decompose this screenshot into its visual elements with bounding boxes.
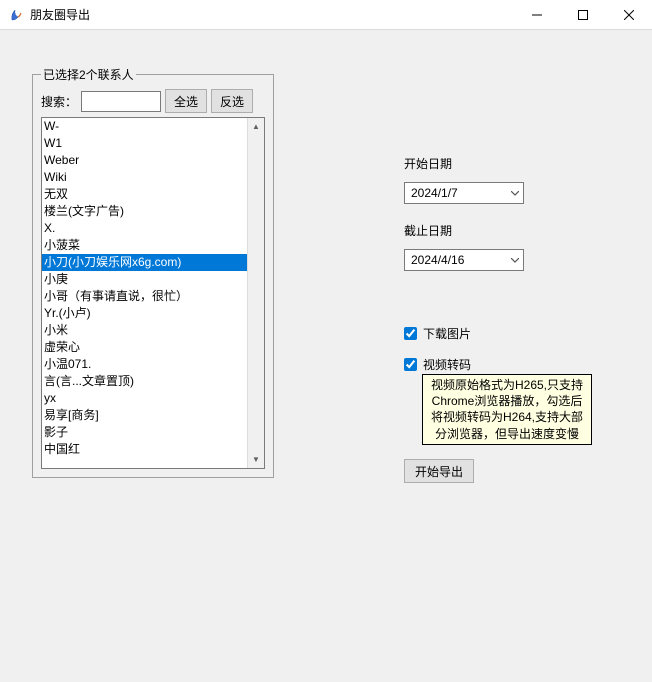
list-item[interactable]: Wiki (42, 169, 247, 186)
end-date-value: 2024/4/16 (411, 253, 464, 267)
contacts-legend: 已选择2个联系人 (41, 66, 136, 83)
list-item[interactable]: 小哥（有事请直说，很忙） (42, 288, 247, 305)
video-transcode-label: 视频转码 (423, 356, 471, 373)
start-date-label: 开始日期 (404, 155, 574, 172)
end-date-combobox[interactable]: 2024/4/16 (404, 249, 524, 271)
list-item[interactable]: 中国红 (42, 441, 247, 458)
chevron-down-icon (511, 186, 519, 200)
list-item[interactable]: W- (42, 118, 247, 135)
list-item[interactable]: 楼兰(文字广告) (42, 203, 247, 220)
right-panel: 开始日期 2024/1/7 截止日期 2024/4/16 下载图片 视频转码 视… (404, 50, 574, 682)
list-item[interactable]: 影子 (42, 424, 247, 441)
list-item[interactable]: 小菠菜 (42, 237, 247, 254)
list-item[interactable]: W1 (42, 135, 247, 152)
list-item[interactable]: 无双 (42, 186, 247, 203)
window-title: 朋友圈导出 (30, 6, 514, 23)
download-images-checkbox[interactable] (404, 327, 417, 340)
download-images-label: 下载图片 (423, 325, 471, 342)
close-button[interactable] (606, 0, 652, 29)
list-item[interactable]: Weber (42, 152, 247, 169)
download-images-checkbox-row[interactable]: 下载图片 (404, 325, 574, 342)
end-date-label: 截止日期 (404, 222, 574, 239)
list-item[interactable]: 小庚 (42, 271, 247, 288)
list-item[interactable]: 小温071. (42, 356, 247, 373)
list-item[interactable]: 易享[商务] (42, 407, 247, 424)
scroll-up-arrow[interactable]: ▲ (248, 118, 264, 135)
window-controls (514, 0, 652, 29)
contacts-listbox[interactable]: W-W1WeberWiki无双楼兰(文字广告)X.小菠菜小刀(小刀娱乐网x6g.… (41, 117, 265, 469)
list-item[interactable]: 言(言...文章置顶) (42, 373, 247, 390)
search-input[interactable] (81, 91, 161, 112)
video-transcode-checkbox[interactable] (404, 358, 417, 371)
contacts-groupbox: 已选择2个联系人 搜索： 全选 反选 W-W1WeberWiki无双楼兰(文字广… (32, 66, 274, 478)
list-item[interactable]: 小米 (42, 322, 247, 339)
search-row: 搜索： 全选 反选 (41, 89, 265, 113)
invert-selection-button[interactable]: 反选 (211, 89, 253, 113)
app-icon (8, 7, 24, 23)
start-export-button[interactable]: 开始导出 (404, 459, 474, 483)
list-item[interactable]: yx (42, 390, 247, 407)
start-date-value: 2024/1/7 (411, 186, 458, 200)
list-item[interactable]: Yr.(小卢) (42, 305, 247, 322)
maximize-button[interactable] (560, 0, 606, 29)
chevron-down-icon (511, 253, 519, 267)
scroll-down-arrow[interactable]: ▼ (248, 451, 264, 468)
list-item[interactable]: 虚荣心 (42, 339, 247, 356)
titlebar: 朋友圈导出 (0, 0, 652, 30)
vertical-scrollbar[interactable]: ▲ ▼ (247, 118, 264, 468)
video-transcode-tooltip: 视频原始格式为H265,只支持Chrome浏览器播放，勾选后将视频转码为H264… (422, 374, 592, 445)
video-transcode-checkbox-row[interactable]: 视频转码 视频原始格式为H265,只支持Chrome浏览器播放，勾选后将视频转码… (404, 356, 574, 373)
start-date-combobox[interactable]: 2024/1/7 (404, 182, 524, 204)
content-area: 已选择2个联系人 搜索： 全选 反选 W-W1WeberWiki无双楼兰(文字广… (0, 30, 652, 682)
list-item[interactable]: 小刀(小刀娱乐网x6g.com) (42, 254, 247, 271)
minimize-button[interactable] (514, 0, 560, 29)
search-label: 搜索： (41, 93, 77, 110)
scroll-track[interactable] (248, 135, 264, 451)
select-all-button[interactable]: 全选 (165, 89, 207, 113)
list-item[interactable]: X. (42, 220, 247, 237)
